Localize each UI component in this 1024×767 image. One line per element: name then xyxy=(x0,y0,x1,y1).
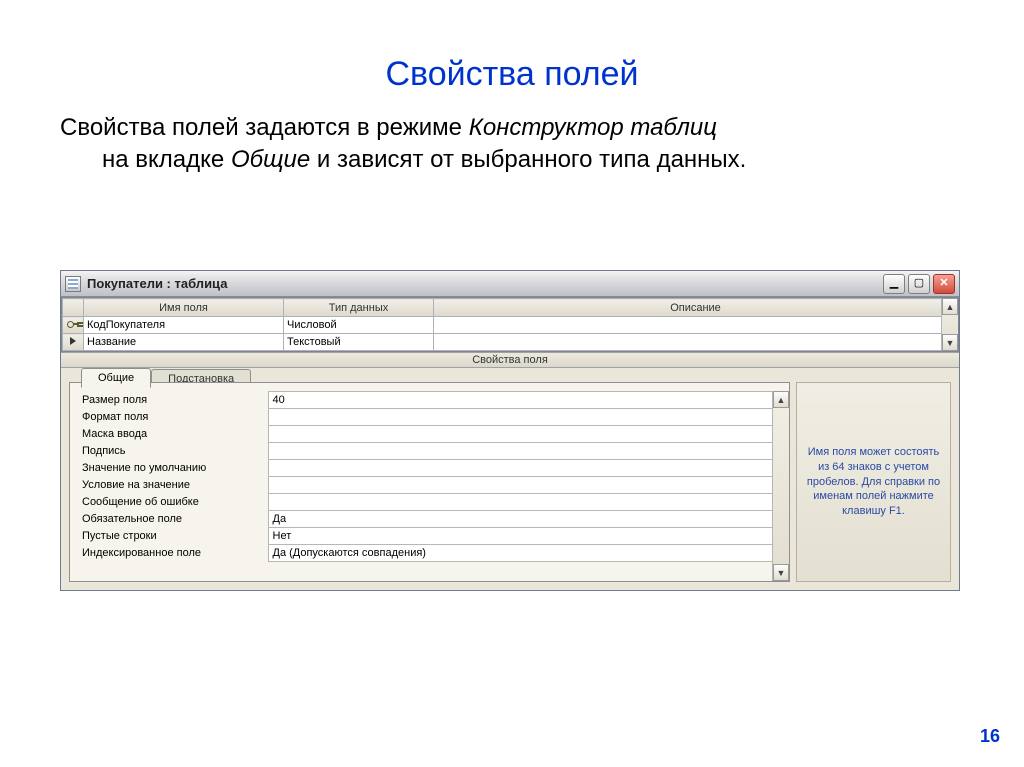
body-text-3: и зависят от выбранного типа данных. xyxy=(310,146,746,173)
minimize-button[interactable]: ▁ xyxy=(883,274,905,294)
scroll-down-icon[interactable]: ▼ xyxy=(942,334,958,351)
property-name: Пустые строки xyxy=(78,528,268,545)
property-value[interactable] xyxy=(268,494,789,511)
property-row: Маска ввода xyxy=(78,426,789,443)
property-row: Пустые строкиНет xyxy=(78,528,789,545)
scroll-up-icon[interactable]: ▲ xyxy=(773,391,789,408)
property-name: Сообщение об ошибке xyxy=(78,494,268,511)
property-sheet: Размер поля40Формат поляМаска вводаПодпи… xyxy=(69,382,790,582)
table-row[interactable]: НазваниеТекстовый xyxy=(63,334,958,351)
body-emph-1: Конструктор таблиц xyxy=(469,114,717,141)
property-value[interactable]: Нет xyxy=(268,528,789,545)
property-row: Подпись xyxy=(78,443,789,460)
body-text: Свойства полей задаются в режиме xyxy=(60,114,469,141)
property-name: Маска ввода xyxy=(78,426,268,443)
page-number: 16 xyxy=(980,726,1000,747)
cell-type[interactable]: Числовой xyxy=(284,317,434,334)
row-selector[interactable] xyxy=(63,317,84,334)
scroll-down-icon[interactable]: ▼ xyxy=(773,564,789,581)
property-name: Значение по умолчанию xyxy=(78,460,268,477)
property-name: Условие на значение xyxy=(78,477,268,494)
cell-desc[interactable] xyxy=(434,317,958,334)
grid-scrollbar[interactable]: ▲ ▼ xyxy=(941,298,958,351)
property-name: Формат поля xyxy=(78,409,268,426)
property-name: Подпись xyxy=(78,443,268,460)
scroll-up-icon[interactable]: ▲ xyxy=(942,298,958,315)
property-value[interactable] xyxy=(268,443,789,460)
property-row: Условие на значение xyxy=(78,477,789,494)
window-titlebar[interactable]: Покупатели : таблица ▁ ▢ ✕ xyxy=(61,271,959,297)
property-value[interactable] xyxy=(268,409,789,426)
property-value[interactable]: Да (Допускаются совпадения) xyxy=(268,545,789,562)
primary-key-icon xyxy=(67,318,79,330)
property-row: Размер поля40 xyxy=(78,392,789,409)
property-value[interactable] xyxy=(268,426,789,443)
row-header-corner[interactable] xyxy=(63,299,84,317)
property-row: Значение по умолчанию xyxy=(78,460,789,477)
col-header-desc[interactable]: Описание xyxy=(434,299,958,317)
property-name: Обязательное поле xyxy=(78,511,268,528)
property-value[interactable]: 40 xyxy=(268,392,789,409)
help-text: Имя поля может состоять из 64 знаков с у… xyxy=(796,382,951,582)
col-header-name[interactable]: Имя поля xyxy=(84,299,284,317)
cell-desc[interactable] xyxy=(434,334,958,351)
property-row: Формат поля xyxy=(78,409,789,426)
body-text-2: на вкладке xyxy=(102,146,231,173)
properties-separator: Свойства поля xyxy=(61,352,959,368)
property-value[interactable] xyxy=(268,460,789,477)
table-design-window: Покупатели : таблица ▁ ▢ ✕ Имя поля Тип … xyxy=(60,270,960,591)
current-row-icon xyxy=(70,337,76,345)
cell-name[interactable]: КодПокупателя xyxy=(84,317,284,334)
cell-name[interactable]: Название xyxy=(84,334,284,351)
cell-type[interactable]: Текстовый xyxy=(284,334,434,351)
slide-body: Свойства полей задаются в режиме Констру… xyxy=(60,112,964,177)
property-row: Сообщение об ошибке xyxy=(78,494,789,511)
close-button[interactable]: ✕ xyxy=(933,274,955,294)
property-name: Индексированное поле xyxy=(78,545,268,562)
property-row: Индексированное полеДа (Допускаются совп… xyxy=(78,545,789,562)
col-header-type[interactable]: Тип данных xyxy=(284,299,434,317)
slide-title: Свойства полей xyxy=(0,0,1024,94)
tab-general[interactable]: Общие xyxy=(81,368,151,388)
body-emph-2: Общие xyxy=(231,146,310,173)
window-title: Покупатели : таблица xyxy=(87,276,883,291)
table-icon xyxy=(65,276,81,292)
props-scrollbar[interactable]: ▲ ▼ xyxy=(772,391,789,581)
maximize-button[interactable]: ▢ xyxy=(908,274,930,294)
property-value[interactable]: Да xyxy=(268,511,789,528)
property-row: Обязательное полеДа xyxy=(78,511,789,528)
property-value[interactable] xyxy=(268,477,789,494)
table-row[interactable]: КодПокупателяЧисловой xyxy=(63,317,958,334)
row-selector[interactable] xyxy=(63,334,84,351)
property-name: Размер поля xyxy=(78,392,268,409)
field-grid: Имя поля Тип данных Описание КодПокупате… xyxy=(61,297,959,352)
